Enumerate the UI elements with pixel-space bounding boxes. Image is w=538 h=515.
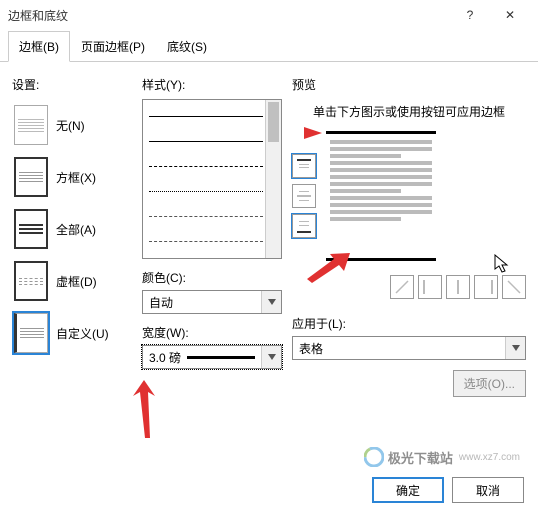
chevron-down-icon [261,346,281,368]
setting-all-label: 全部(A) [56,221,96,238]
window-title: 边框和底纹 [8,7,450,24]
width-combo[interactable]: 3.0 磅 [142,345,282,369]
preview-hint: 单击下方图示或使用按钮可应用边框 [292,103,526,121]
preview-column: 预览 单击下方图示或使用按钮可应用边框 [292,76,526,397]
style-scrollbar[interactable] [265,100,281,258]
setting-none-label: 无(N) [56,117,85,134]
preview-label: 预览 [292,76,526,93]
bottom-border-buttons [292,275,526,299]
color-value: 自动 [149,294,173,311]
chevron-down-icon [505,337,525,359]
color-label: 颜色(C): [142,269,282,286]
watermark: 极光下载站 www.xz7.com [364,447,520,467]
options-button: 选项(O)... [453,370,526,397]
setting-all[interactable]: 全部(A) [12,203,132,255]
tab-borders[interactable]: 边框(B) [8,31,70,62]
border-diag2-button[interactable] [502,275,526,299]
border-hmiddle-button[interactable] [292,184,316,208]
border-right-button[interactable] [474,275,498,299]
setting-none[interactable]: 无(N) [12,99,132,151]
help-button[interactable]: ? [450,1,490,29]
tabs: 边框(B) 页面边框(P) 底纹(S) [0,30,538,62]
setting-box-label: 方框(X) [56,169,96,186]
style-column: 样式(Y): 颜色(C): 自动 宽度(W): 3.0 磅 [142,76,282,397]
style-list[interactable] [142,99,282,259]
settings-column: 设置: 无(N) 方框(X) 全部(A) 虚框(D) 自定义(U) [12,76,132,397]
border-diag1-button[interactable] [390,275,414,299]
ok-button[interactable]: 确定 [372,477,444,503]
border-bottom-button[interactable] [292,214,316,238]
tab-shading[interactable]: 底纹(S) [156,31,218,62]
setting-grid-label: 虚框(D) [56,273,97,290]
style-label: 样式(Y): [142,76,282,93]
border-vmiddle-button[interactable] [446,275,470,299]
dialog-buttons: 确定 取消 [372,477,524,503]
dialog-body: 设置: 无(N) 方框(X) 全部(A) 虚框(D) 自定义(U) 样式(Y): [0,62,538,405]
border-top-button[interactable] [292,154,316,178]
page-preview[interactable] [326,131,436,261]
color-combo[interactable]: 自动 [142,290,282,314]
apply-combo[interactable]: 表格 [292,336,526,360]
setting-custom[interactable]: 自定义(U) [12,307,132,359]
width-label: 宽度(W): [142,324,282,341]
titlebar: 边框和底纹 ? ✕ [0,0,538,30]
tab-page-borders[interactable]: 页面边框(P) [70,31,156,62]
border-left-button[interactable] [418,275,442,299]
setting-custom-label: 自定义(U) [56,325,109,342]
cancel-button[interactable]: 取消 [452,477,524,503]
apply-value: 表格 [299,340,323,357]
chevron-down-icon [261,291,281,313]
settings-label: 设置: [12,76,132,93]
preview-area [292,131,526,261]
side-buttons [292,154,316,238]
width-value: 3.0 磅 [149,349,181,366]
setting-grid[interactable]: 虚框(D) [12,255,132,307]
setting-box[interactable]: 方框(X) [12,151,132,203]
apply-label: 应用于(L): [292,315,526,332]
close-button[interactable]: ✕ [490,1,530,29]
